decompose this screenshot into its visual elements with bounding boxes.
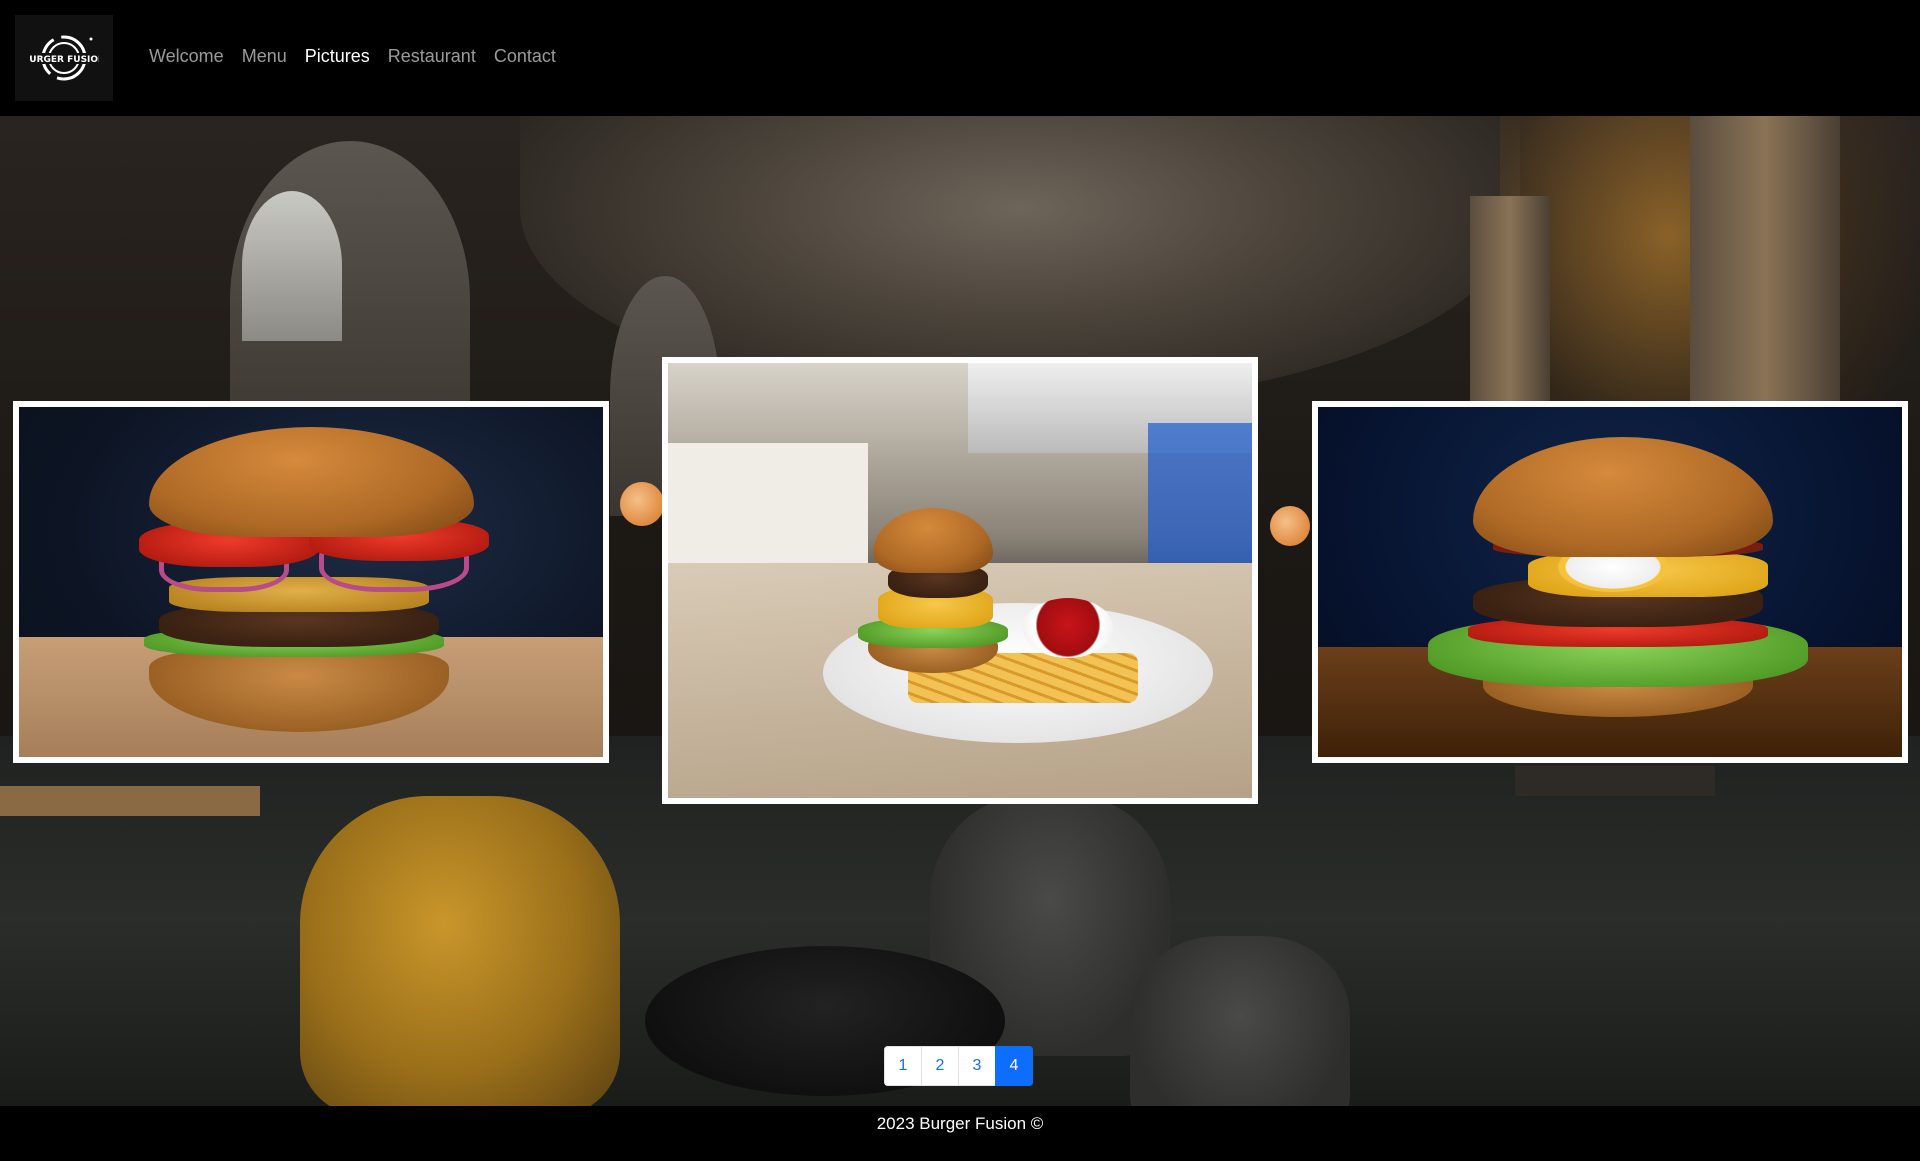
burger-fusion-logo-icon: BURGER FUSION: [29, 35, 99, 81]
page-4-button[interactable]: 4: [995, 1046, 1033, 1086]
brand-logo[interactable]: BURGER FUSION: [15, 15, 113, 101]
arched-window: [242, 191, 342, 341]
gallery-image-2[interactable]: [662, 357, 1258, 804]
nav-menu[interactable]: Menu: [233, 42, 296, 71]
page-2-button[interactable]: 2: [921, 1046, 959, 1086]
side-table-left: [0, 786, 260, 816]
page-1-button[interactable]: 1: [884, 1046, 922, 1086]
nav-links: Welcome Menu Pictures Restaurant Contact: [140, 42, 565, 71]
nav-contact[interactable]: Contact: [485, 42, 565, 71]
page-3-button[interactable]: 3: [958, 1046, 996, 1086]
gray-armchair-2: [1130, 936, 1350, 1106]
burger-with-fries-photo: [668, 363, 1252, 798]
nav-welcome[interactable]: Welcome: [140, 42, 233, 71]
lamp-right: [1270, 506, 1310, 546]
burger-with-egg-bacon-photo: [1318, 407, 1902, 757]
lamp-left: [620, 482, 664, 526]
side-table-right: [1515, 766, 1715, 796]
logo-text: BURGER FUSION: [29, 55, 99, 65]
gallery-image-1[interactable]: [13, 401, 609, 763]
burger-with-pineapple-photo: [19, 407, 603, 757]
nav-restaurant[interactable]: Restaurant: [379, 42, 485, 71]
footer-copyright: 2023 Burger Fusion ©: [876, 1114, 1044, 1133]
nav-pictures[interactable]: Pictures: [296, 42, 379, 71]
footer: 2023 Burger Fusion ©: [0, 1106, 1920, 1161]
gallery-image-3[interactable]: [1312, 401, 1908, 763]
yellow-armchair: [300, 796, 620, 1106]
navbar: BURGER FUSION Welcome Menu Pictures Rest…: [0, 0, 1920, 116]
pagination: 1 2 3 4: [884, 1046, 1033, 1086]
